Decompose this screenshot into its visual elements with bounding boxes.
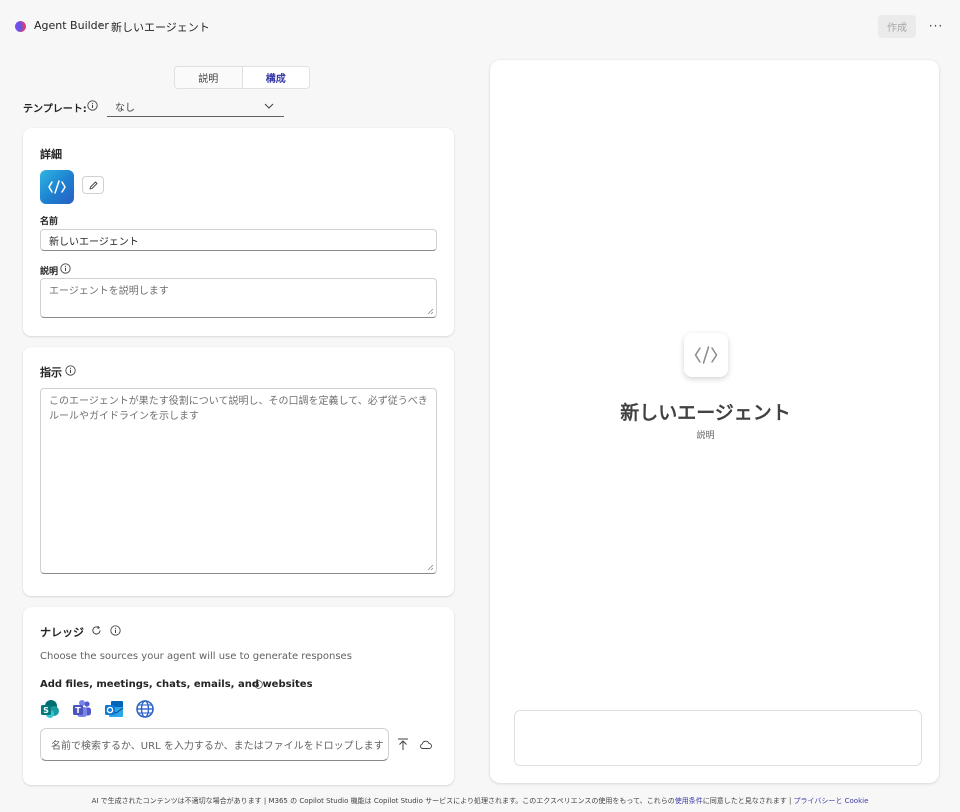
info-icon[interactable] [254, 680, 263, 689]
preview-agent-name: 新しいエージェント [620, 402, 791, 424]
web-icon[interactable] [135, 699, 155, 719]
teams-icon[interactable]: T [72, 699, 92, 719]
sharepoint-icon[interactable]: S [40, 699, 60, 719]
knowledge-title: ナレッジ [40, 626, 84, 639]
mode-tabs: 説明 構成 [174, 66, 310, 89]
info-icon[interactable] [60, 263, 71, 274]
knowledge-description: Choose the sources your agent will use t… [40, 651, 352, 662]
footer-text: AI で生成されたコンテンツは不適切な場合があります | M365 の Copi… [91, 797, 675, 805]
name-input[interactable]: 新しいエージェント [40, 229, 437, 251]
footer: AI で生成されたコンテンツは不適切な場合があります | M365 の Copi… [0, 796, 960, 806]
description-textarea[interactable]: エージェントを説明します [40, 278, 437, 318]
copilot-logo-icon [15, 21, 26, 32]
chevron-down-icon [264, 103, 274, 109]
privacy-link[interactable]: プライバシーと Cookie [794, 797, 869, 805]
code-icon [48, 180, 66, 194]
info-icon[interactable] [110, 625, 121, 636]
preview-chat-input[interactable] [514, 710, 922, 766]
instructions-textarea[interactable]: このエージェントが果たす役割について説明し、その口調を定義して、必ず従うべき ル… [40, 388, 437, 574]
preview-agent-description: 説明 [696, 431, 715, 441]
refresh-icon[interactable] [91, 625, 102, 636]
knowledge-add-label: Add files, meetings, chats, emails, and … [40, 679, 313, 690]
instructions-placeholder-line2: ルールやガイドラインを示します [49, 410, 199, 422]
resize-handle-icon[interactable] [427, 308, 434, 315]
details-card: 詳細 名前 新しいエージェント 説明 エージェントを説明します [23, 128, 454, 336]
edit-icon-button[interactable] [82, 176, 104, 194]
description-label: 説明 [40, 267, 59, 277]
knowledge-card: ナレッジ Choose the sources your agent will … [23, 607, 454, 785]
create-button[interactable]: 作成 [878, 15, 916, 38]
outlook-icon[interactable] [104, 699, 124, 719]
knowledge-search-placeholder: 名前で検索するか、URL を入力するか、またはファイルをドロップします [51, 741, 384, 752]
tab-description[interactable]: 説明 [175, 67, 242, 88]
template-value: なし [115, 102, 135, 114]
resize-handle-icon[interactable] [427, 564, 434, 571]
agent-avatar [40, 170, 74, 204]
template-dropdown[interactable]: なし [107, 96, 284, 117]
knowledge-search-input[interactable]: 名前で検索するか、URL を入力するか、またはファイルをドロップします [40, 728, 389, 761]
instructions-title: 指示 [40, 366, 62, 379]
breadcrumb-chevron-icon: › [98, 18, 103, 31]
preview-agent-avatar [684, 333, 728, 377]
description-placeholder: エージェントを説明します [49, 286, 169, 297]
breadcrumb-page-title: 新しいエージェント [111, 21, 210, 34]
terms-link[interactable]: 使用条件 [675, 797, 703, 805]
upload-icon[interactable] [397, 738, 409, 751]
tab-configure[interactable]: 構成 [241, 67, 309, 88]
code-icon [694, 346, 718, 364]
svg-text:S: S [43, 706, 49, 715]
top-bar: Agent Builder › 新しいエージェント 作成 ··· [0, 0, 960, 52]
footer-text-middle: に同意したと見なされます | [702, 797, 794, 805]
info-icon[interactable] [87, 100, 98, 111]
cloud-icon[interactable] [419, 739, 432, 750]
template-label: テンプレート: [23, 104, 87, 115]
preview-panel: 新しいエージェント 説明 [490, 60, 939, 783]
instructions-card: 指示 このエージェントが果たす役割について説明し、その口調を定義して、必ず従うべ… [23, 347, 454, 596]
info-icon[interactable] [65, 365, 76, 376]
instructions-placeholder-line1: このエージェントが果たす役割について説明し、その口調を定義して、必ず従うべき [49, 396, 428, 407]
more-options-button[interactable]: ··· [926, 15, 946, 37]
pencil-icon [89, 181, 97, 189]
details-title: 詳細 [40, 148, 62, 161]
svg-text:T: T [75, 706, 81, 715]
name-label: 名前 [40, 217, 59, 227]
